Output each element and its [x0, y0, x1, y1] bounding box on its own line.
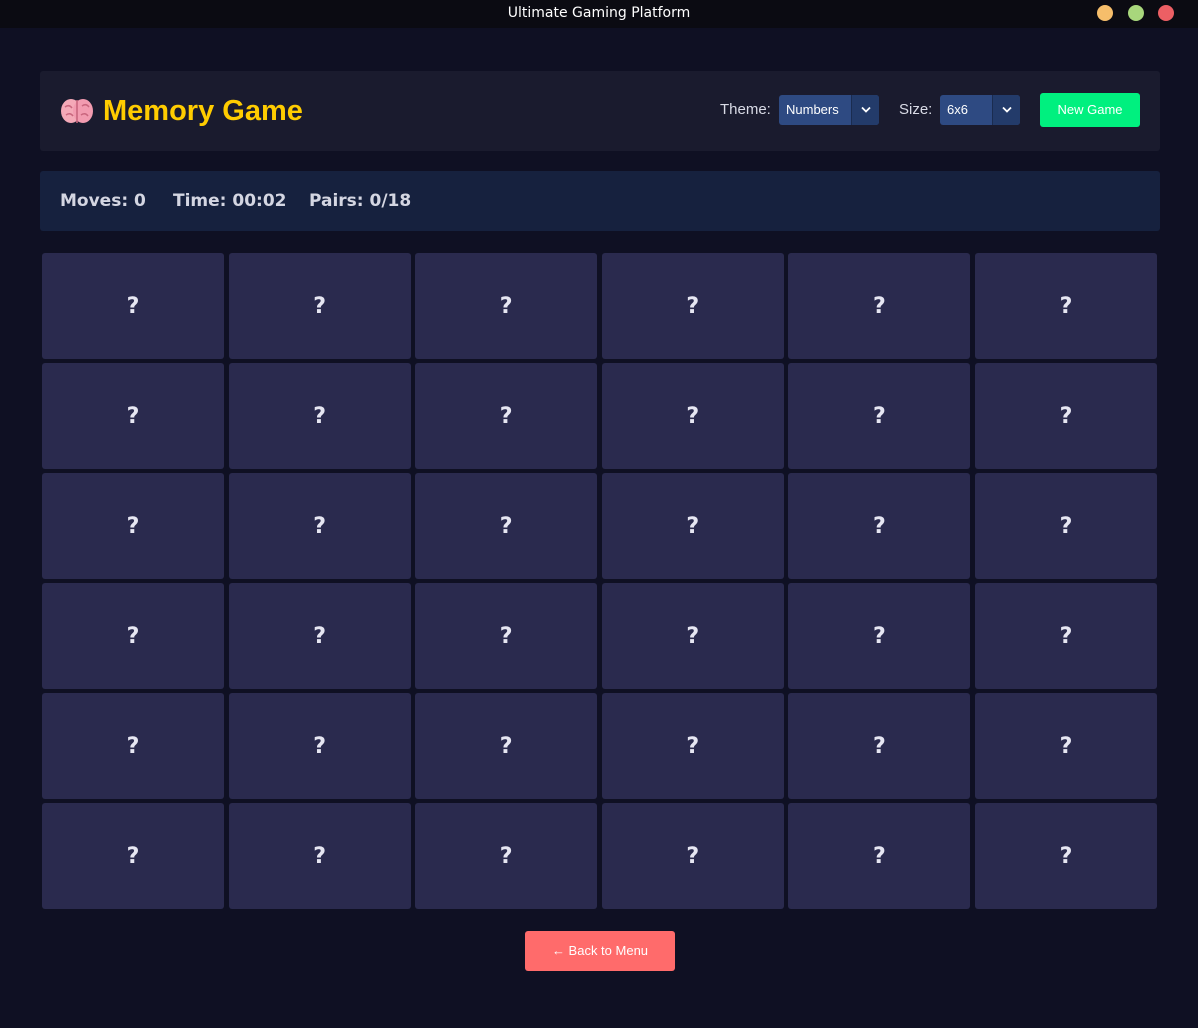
card-face: ?	[686, 733, 700, 759]
card-face: ?	[1059, 403, 1073, 429]
maximize-button[interactable]	[1127, 5, 1144, 21]
memory-card[interactable]: ?	[601, 583, 784, 689]
card-face: ?	[872, 843, 886, 869]
card-face: ?	[499, 623, 513, 649]
memory-card[interactable]: ?	[788, 473, 971, 579]
memory-card[interactable]: ?	[228, 803, 411, 909]
memory-card[interactable]: ?	[42, 363, 224, 469]
card-face: ?	[126, 403, 140, 429]
card-face: ?	[313, 843, 326, 869]
memory-card[interactable]: ?	[228, 363, 411, 469]
card-face: ?	[1059, 513, 1073, 539]
memory-card[interactable]: ?	[42, 803, 224, 909]
memory-card[interactable]: ?	[601, 803, 784, 909]
theme-select-value: Numbers	[786, 102, 839, 117]
card-face: ?	[686, 403, 700, 429]
memory-card[interactable]: ?	[228, 253, 411, 359]
memory-card[interactable]: ?	[974, 473, 1157, 579]
card-face: ?	[1059, 843, 1073, 869]
card-face: ?	[126, 293, 140, 319]
moves-counter: Moves: 0	[60, 191, 146, 211]
chevron-down-icon[interactable]	[992, 95, 1020, 125]
card-face: ?	[499, 403, 513, 429]
memory-card[interactable]: ?	[42, 473, 224, 579]
game-header: Memory Game Theme: Numbers Size: 6x6 New…	[40, 71, 1160, 151]
card-face: ?	[1059, 623, 1073, 649]
card-face: ?	[126, 733, 140, 759]
window-title: Ultimate Gaming Platform	[507, 5, 691, 21]
new-game-button[interactable]: New Game	[1040, 93, 1140, 127]
card-grid: ????????????????????????????????????	[42, 253, 1157, 909]
memory-card[interactable]: ?	[974, 253, 1157, 359]
card-face: ?	[499, 733, 513, 759]
card-face: ?	[313, 513, 326, 539]
card-face: ?	[126, 623, 140, 649]
card-face: ?	[1059, 733, 1073, 759]
card-face: ?	[313, 623, 326, 649]
window-controls	[1087, 5, 1174, 31]
card-face: ?	[499, 513, 513, 539]
card-face: ?	[126, 843, 140, 869]
card-face: ?	[686, 513, 700, 539]
card-face: ?	[499, 843, 513, 869]
memory-card[interactable]: ?	[42, 583, 224, 689]
memory-card[interactable]: ?	[228, 473, 411, 579]
memory-card[interactable]: ?	[415, 583, 598, 689]
card-face: ?	[872, 623, 886, 649]
theme-label: Theme:	[720, 101, 771, 118]
time-counter: Time: 00:02	[173, 191, 287, 211]
card-face: ?	[313, 293, 326, 319]
close-button[interactable]	[1158, 5, 1174, 21]
memory-card[interactable]: ?	[415, 473, 598, 579]
brain-icon	[61, 99, 93, 123]
card-face: ?	[313, 403, 326, 429]
card-face: ?	[499, 293, 513, 319]
memory-card[interactable]: ?	[601, 363, 784, 469]
card-face: ?	[686, 293, 700, 319]
card-face: ?	[872, 733, 886, 759]
minimize-button[interactable]	[1097, 5, 1114, 21]
memory-card[interactable]: ?	[228, 693, 411, 799]
window-titlebar: Ultimate Gaming Platform	[0, 0, 1198, 28]
back-to-menu-button[interactable]: ← Back to Menu	[525, 931, 675, 971]
memory-card[interactable]: ?	[42, 693, 224, 799]
memory-card[interactable]: ?	[788, 363, 971, 469]
memory-card[interactable]: ?	[601, 693, 784, 799]
memory-card[interactable]: ?	[974, 803, 1157, 909]
memory-card[interactable]: ?	[601, 253, 784, 359]
card-face: ?	[313, 733, 326, 759]
card-face: ?	[872, 513, 886, 539]
page-title: Memory Game	[103, 95, 303, 127]
memory-card[interactable]: ?	[788, 693, 971, 799]
card-face: ?	[1059, 293, 1073, 319]
size-label: Size:	[899, 101, 933, 118]
memory-card[interactable]: ?	[42, 253, 224, 359]
memory-card[interactable]: ?	[415, 253, 598, 359]
theme-select[interactable]: Numbers	[779, 95, 879, 125]
memory-card[interactable]: ?	[788, 803, 971, 909]
memory-card[interactable]: ?	[415, 693, 598, 799]
memory-card[interactable]: ?	[974, 583, 1157, 689]
memory-card[interactable]: ?	[415, 803, 598, 909]
pairs-counter: Pairs: 0/18	[309, 191, 412, 211]
size-select-value: 6x6	[947, 102, 968, 117]
card-face: ?	[126, 513, 140, 539]
memory-card[interactable]: ?	[974, 693, 1157, 799]
memory-card[interactable]: ?	[415, 363, 598, 469]
size-select[interactable]: 6x6	[940, 95, 1020, 125]
card-face: ?	[686, 623, 700, 649]
memory-card[interactable]: ?	[601, 473, 784, 579]
card-face: ?	[686, 843, 700, 869]
card-face: ?	[872, 293, 886, 319]
memory-card[interactable]: ?	[788, 583, 971, 689]
memory-card[interactable]: ?	[228, 583, 411, 689]
card-face: ?	[872, 403, 886, 429]
memory-card[interactable]: ?	[788, 253, 971, 359]
stats-bar: Moves: 0 Time: 00:02 Pairs: 0/18	[40, 171, 1160, 231]
memory-card[interactable]: ?	[974, 363, 1157, 469]
chevron-down-icon[interactable]	[851, 95, 879, 125]
